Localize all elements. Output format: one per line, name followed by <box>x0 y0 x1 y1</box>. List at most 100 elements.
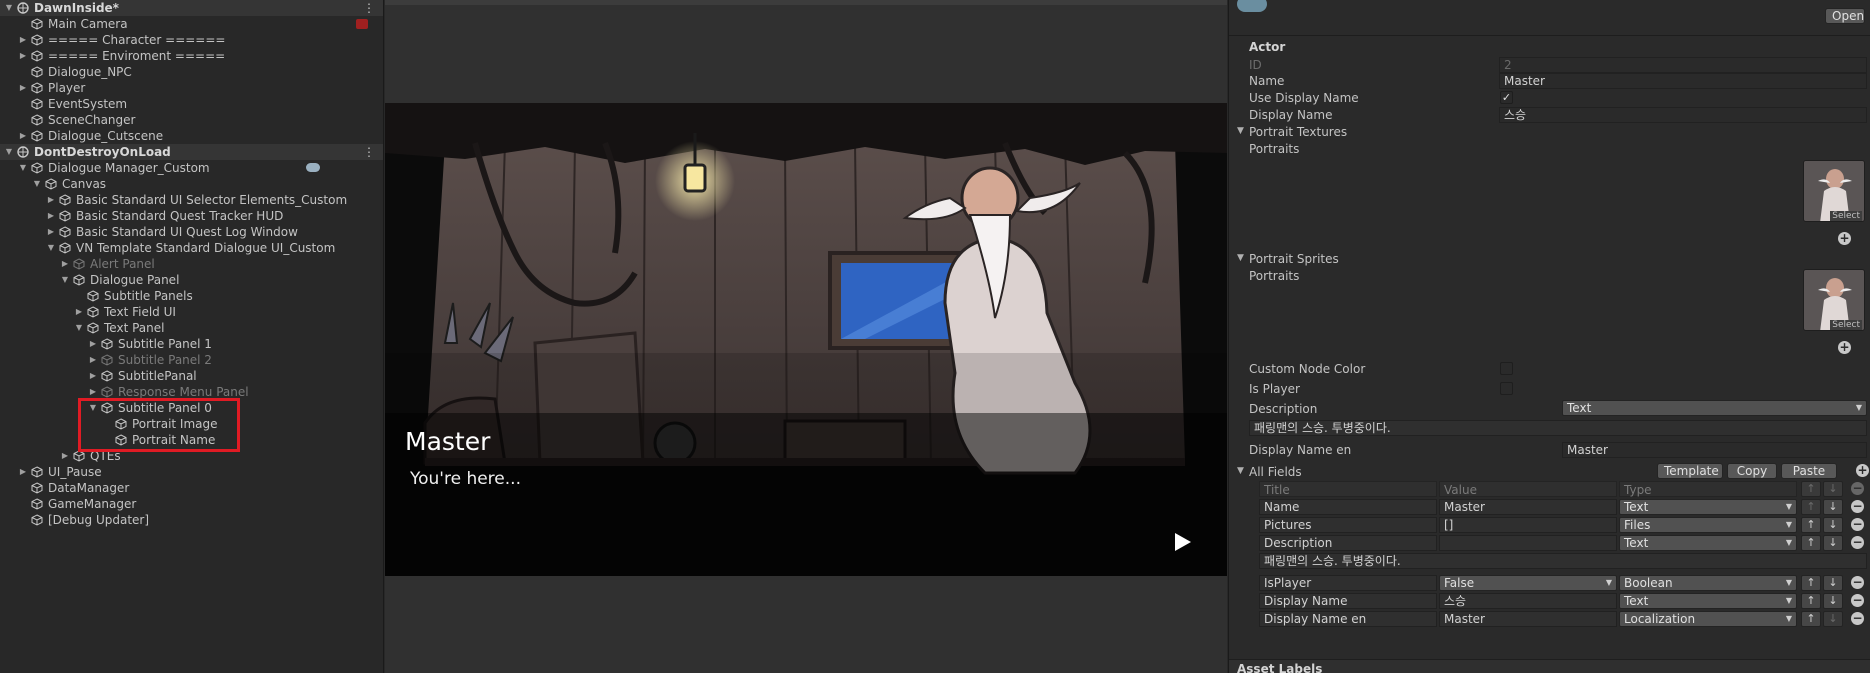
scene-row[interactable]: ▼ DontDestroyOnLoad ⋮ <box>0 144 383 160</box>
field-title-cell[interactable]: Name <box>1259 499 1437 515</box>
field-extra-textarea[interactable]: 패링맨의 스승. 투병중이다. <box>1259 553 1867 569</box>
hierarchy-item[interactable]: ▶ ===== Character ====== <box>0 32 383 48</box>
hierarchy-item[interactable]: ▶ Dialogue_Cutscene <box>0 128 383 144</box>
move-down-button[interactable]: ↓ <box>1823 611 1843 627</box>
expand-arrow-closed-icon[interactable]: ▶ <box>88 352 98 368</box>
portrait-texture-thumbnail[interactable]: Select <box>1803 160 1865 222</box>
expand-arrow-closed-icon[interactable]: ▶ <box>60 448 70 464</box>
move-down-button[interactable]: ↓ <box>1823 535 1843 551</box>
field-title-cell[interactable]: Display Name <box>1259 593 1437 609</box>
field-type-dropdown[interactable]: Files ▼ <box>1619 517 1797 533</box>
hierarchy-item[interactable]: ▶ UI_Pause <box>0 464 383 480</box>
hierarchy-item[interactable]: ▶ SubtitlePanal <box>0 368 383 384</box>
move-down-button[interactable]: ↓ <box>1823 593 1843 609</box>
expand-arrow-closed-icon[interactable]: ▶ <box>18 32 28 48</box>
hierarchy-item[interactable]: ▶ Basic Standard UI Quest Log Window <box>0 224 383 240</box>
kebab-menu-icon[interactable]: ⋮ <box>363 144 375 160</box>
field-type-dropdown[interactable]: Text ▼ <box>1619 593 1797 609</box>
hierarchy-item[interactable]: ▼ Canvas <box>0 176 383 192</box>
hierarchy-item[interactable]: ▶ Text Field UI <box>0 304 383 320</box>
description-textarea[interactable]: 패링맨의 스승. 투병중이다. <box>1249 420 1867 436</box>
hierarchy-item[interactable]: SceneChanger <box>0 112 383 128</box>
field-type-dropdown[interactable]: Text ▼ <box>1619 499 1797 515</box>
play-icon[interactable] <box>1175 533 1191 551</box>
expand-arrow-closed-icon[interactable]: ▶ <box>46 208 56 224</box>
remove-field-icon[interactable]: − <box>1851 612 1864 625</box>
field-value-cell[interactable]: [] <box>1439 517 1617 533</box>
hierarchy-item[interactable]: ▼ VN Template Standard Dialogue UI_Custom <box>0 240 383 256</box>
expand-arrow-closed-icon[interactable]: ▶ <box>18 464 28 480</box>
field-value-cell[interactable]: Master <box>1439 611 1617 627</box>
move-down-button[interactable]: ↓ <box>1823 499 1843 515</box>
hierarchy-item[interactable]: DataManager <box>0 480 383 496</box>
scene-row[interactable]: ▼ DawnInside* ⋮ <box>0 0 383 16</box>
add-sprite-icon[interactable]: + <box>1838 341 1851 354</box>
hierarchy-item[interactable]: ▼ Text Panel <box>0 320 383 336</box>
paste-button[interactable]: Paste <box>1781 463 1837 479</box>
copy-button[interactable]: Copy <box>1727 463 1777 479</box>
expand-arrow-open-icon[interactable]: ▼ <box>4 144 14 160</box>
field-title-cell[interactable]: Display Name en <box>1259 611 1437 627</box>
description-type-dropdown[interactable]: Text ▼ <box>1562 400 1867 416</box>
expand-arrow-closed-icon[interactable]: ▶ <box>74 304 84 320</box>
field-value-cell[interactable] <box>1439 535 1617 551</box>
expand-arrow-open-icon[interactable]: ▼ <box>46 240 56 256</box>
hierarchy-item[interactable]: ▶ Alert Panel <box>0 256 383 272</box>
move-up-button[interactable]: ↑ <box>1801 575 1821 591</box>
field-value-cell[interactable]: 스승 <box>1439 593 1617 609</box>
field-type-dropdown[interactable]: Localization ▼ <box>1619 611 1797 627</box>
add-field-icon[interactable]: + <box>1856 464 1869 477</box>
hierarchy-item[interactable]: ▶ ===== Enviroment ===== <box>0 48 383 64</box>
field-title-cell[interactable]: IsPlayer <box>1259 575 1437 591</box>
use-display-name-checkbox[interactable]: ✓ <box>1500 91 1513 104</box>
expand-arrow-closed-icon[interactable]: ▶ <box>18 48 28 64</box>
all-fields-fold-icon[interactable]: ▼ <box>1237 466 1244 476</box>
field-title-cell[interactable]: Description <box>1259 535 1437 551</box>
expand-arrow-closed-icon[interactable]: ▶ <box>18 128 28 144</box>
hierarchy-item[interactable]: GameManager <box>0 496 383 512</box>
hierarchy-item[interactable]: Subtitle Panels <box>0 288 383 304</box>
portrait-textures-fold-icon[interactable]: ▼ <box>1237 126 1244 136</box>
expand-arrow-open-icon[interactable]: ▼ <box>60 272 70 288</box>
field-value-cell[interactable]: Master <box>1439 499 1617 515</box>
open-button[interactable]: Open <box>1825 8 1865 24</box>
portrait-sprites-fold-icon[interactable]: ▼ <box>1237 253 1244 263</box>
hierarchy-item[interactable]: ▶ Basic Standard UI Selector Elements_Cus… <box>0 192 383 208</box>
field-type-dropdown[interactable]: Text ▼ <box>1619 535 1797 551</box>
hierarchy-item[interactable]: [Debug Updater] <box>0 512 383 528</box>
expand-arrow-open-icon[interactable]: ▼ <box>4 0 14 16</box>
remove-field-icon[interactable]: − <box>1851 576 1864 589</box>
hierarchy-item[interactable]: ▶ Player <box>0 80 383 96</box>
hierarchy-item[interactable]: ▶ Basic Standard Quest Tracker HUD <box>0 208 383 224</box>
game-render[interactable]: Master You're here... <box>385 103 1227 576</box>
hierarchy-item[interactable]: ▶ Subtitle Panel 1 <box>0 336 383 352</box>
expand-arrow-open-icon[interactable]: ▼ <box>32 176 42 192</box>
expand-arrow-open-icon[interactable]: ▼ <box>74 320 84 336</box>
game-view[interactable]: Master You're here... <box>385 0 1227 673</box>
move-up-button[interactable]: ↑ <box>1801 517 1821 533</box>
expand-arrow-closed-icon[interactable]: ▶ <box>60 256 70 272</box>
display-name-field[interactable]: 스승 <box>1499 107 1867 123</box>
remove-field-icon[interactable]: − <box>1851 518 1864 531</box>
select-label[interactable]: Select <box>1830 320 1862 330</box>
expand-arrow-closed-icon[interactable]: ▶ <box>46 224 56 240</box>
hierarchy-item[interactable]: ▼ Dialogue Manager_Custom <box>0 160 383 176</box>
move-down-button[interactable]: ↓ <box>1823 517 1843 533</box>
display-name-en-field[interactable]: Master <box>1562 442 1867 458</box>
expand-arrow-closed-icon[interactable]: ▶ <box>88 368 98 384</box>
select-label[interactable]: Select <box>1830 211 1862 221</box>
field-title-cell[interactable]: Pictures <box>1259 517 1437 533</box>
remove-field-icon[interactable]: − <box>1851 536 1864 549</box>
expand-arrow-open-icon[interactable]: ▼ <box>18 160 28 176</box>
hierarchy-item[interactable]: EventSystem <box>0 96 383 112</box>
name-field[interactable]: Master <box>1499 73 1867 89</box>
move-up-button[interactable]: ↑ <box>1801 593 1821 609</box>
remove-field-icon[interactable]: − <box>1851 500 1864 513</box>
hierarchy-item[interactable]: Dialogue_NPC <box>0 64 383 80</box>
expand-arrow-closed-icon[interactable]: ▶ <box>18 80 28 96</box>
add-texture-icon[interactable]: + <box>1838 232 1851 245</box>
move-down-button[interactable]: ↓ <box>1823 575 1843 591</box>
field-value-dropdown[interactable]: False ▼ <box>1439 575 1617 591</box>
kebab-menu-icon[interactable]: ⋮ <box>363 0 375 16</box>
portrait-sprite-thumbnail[interactable]: Select <box>1803 269 1865 331</box>
